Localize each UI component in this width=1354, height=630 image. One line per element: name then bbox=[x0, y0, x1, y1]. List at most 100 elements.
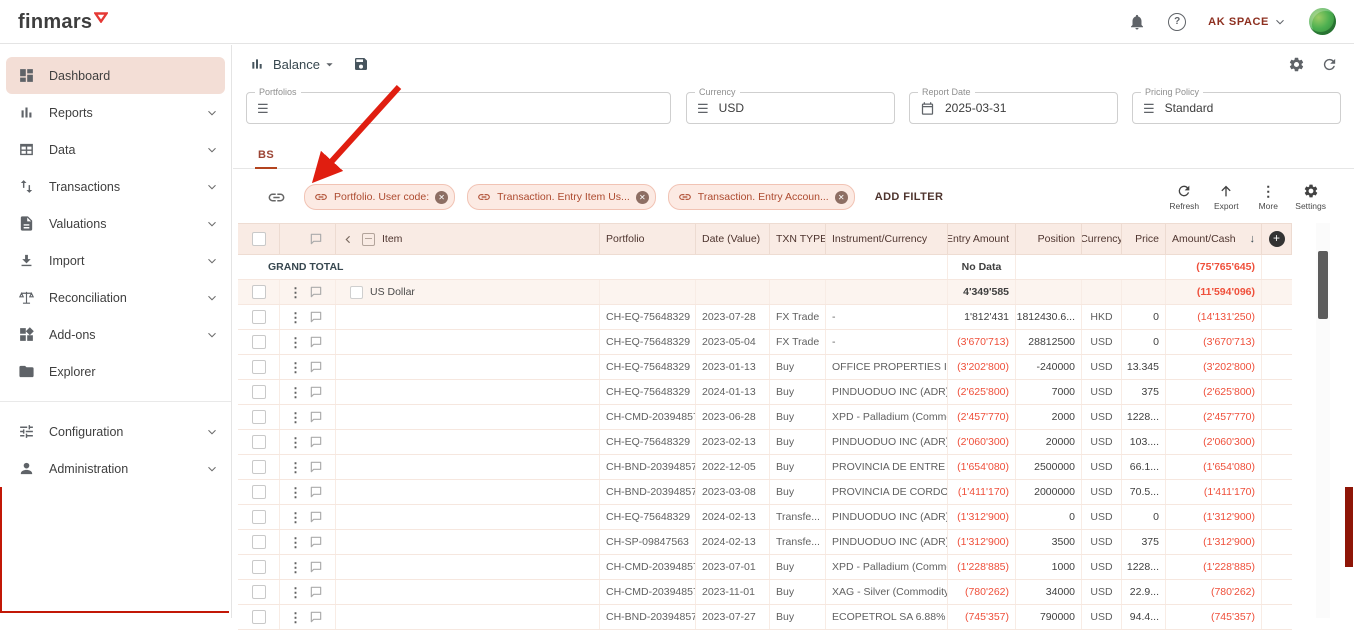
currency-field[interactable]: Currency ☰ USD bbox=[686, 92, 895, 124]
row-checkbox[interactable] bbox=[252, 410, 266, 424]
row-checkbox[interactable] bbox=[252, 385, 266, 399]
column-header-entry-amount[interactable]: Entry Amount bbox=[948, 224, 1016, 254]
portfolios-field[interactable]: Portfolios ☰ bbox=[246, 92, 671, 124]
column-header-position[interactable]: Position bbox=[1016, 224, 1082, 254]
table-row[interactable]: ⋮ CH-EQ-75648329 2023-05-04 FX Trade - (… bbox=[238, 330, 1292, 355]
row-checkbox[interactable] bbox=[252, 310, 266, 324]
comment-icon[interactable] bbox=[309, 385, 323, 399]
column-header-amount-cash[interactable]: Amount/Cash ↓ bbox=[1166, 224, 1262, 254]
table-row[interactable]: ⋮ CH-EQ-75648329 2024-01-13 Buy PINDUODU… bbox=[238, 380, 1292, 405]
table-row[interactable]: ⋮ CH-EQ-75648329 2024-02-13 Transfe... P… bbox=[238, 505, 1292, 530]
row-menu-icon[interactable]: ⋮ bbox=[289, 311, 302, 324]
comment-icon[interactable] bbox=[309, 510, 323, 524]
sidebar-item-data[interactable]: Data bbox=[0, 131, 231, 168]
column-header-instrument[interactable]: Instrument/Currency bbox=[826, 224, 948, 254]
select-all-checkbox[interactable] bbox=[252, 232, 266, 246]
comment-icon[interactable] bbox=[309, 360, 323, 374]
pricing-policy-field[interactable]: Pricing Policy ☰ Standard bbox=[1132, 92, 1341, 124]
table-row[interactable]: ⋮ CH-EQ-75648329 2023-01-13 Buy OFFICE P… bbox=[238, 355, 1292, 380]
table-row[interactable]: ⋮ CH-BND-20394857 2023-03-08 Buy PROVINC… bbox=[238, 480, 1292, 505]
filter-chip[interactable]: Portfolio. User code: ✕ bbox=[304, 184, 455, 210]
layout-settings-gear-icon[interactable] bbox=[1288, 56, 1305, 73]
row-checkbox[interactable] bbox=[252, 460, 266, 474]
tab-bs[interactable]: BS bbox=[255, 149, 277, 168]
row-checkbox[interactable] bbox=[252, 560, 266, 574]
row-checkbox[interactable] bbox=[252, 435, 266, 449]
row-menu-icon[interactable]: ⋮ bbox=[289, 586, 302, 599]
comment-icon[interactable] bbox=[309, 285, 323, 299]
refresh-button[interactable]: Refresh bbox=[1169, 183, 1199, 211]
table-row[interactable]: ⋮ CH-EQ-75648329 2023-02-13 Buy PINDUODU… bbox=[238, 430, 1292, 455]
column-header-txn-type[interactable]: TXN TYPE bbox=[770, 224, 826, 254]
row-menu-icon[interactable]: ⋮ bbox=[289, 511, 302, 524]
table-row[interactable]: ⋮ CH-SP-09847563 2024-02-13 Transfe... P… bbox=[238, 530, 1292, 555]
report-dropdown-icon[interactable] bbox=[322, 57, 337, 72]
table-row[interactable]: ⋮ CH-CMD-20394857 2023-06-28 Buy XPD - P… bbox=[238, 405, 1292, 430]
window-scrollbar-thumb[interactable] bbox=[1345, 487, 1353, 567]
row-checkbox[interactable] bbox=[252, 585, 266, 599]
group-row-us-dollar[interactable]: ⋮ US Dollar 4'349'585 (11'594'096) bbox=[238, 280, 1292, 305]
save-layout-icon[interactable] bbox=[353, 56, 369, 72]
add-column-button[interactable]: + bbox=[1269, 231, 1285, 247]
column-header-date[interactable]: Date (Value) bbox=[696, 224, 770, 254]
row-menu-icon[interactable]: ⋮ bbox=[289, 286, 302, 299]
table-scrollbar-track[interactable] bbox=[1316, 223, 1330, 618]
sidebar-item-transactions[interactable]: Transactions bbox=[0, 168, 231, 205]
table-row[interactable]: ⋮ CH-CMD-20394857 2023-11-01 Buy XAG - S… bbox=[238, 580, 1292, 605]
settings-button[interactable]: Settings bbox=[1295, 183, 1326, 211]
row-menu-icon[interactable]: ⋮ bbox=[289, 411, 302, 424]
collapse-all-icon[interactable] bbox=[362, 233, 375, 246]
row-checkbox[interactable] bbox=[252, 510, 266, 524]
sidebar-item-explorer[interactable]: Explorer bbox=[0, 353, 231, 390]
row-checkbox[interactable] bbox=[252, 360, 266, 374]
row-checkbox[interactable] bbox=[252, 610, 266, 624]
notifications-bell-icon[interactable] bbox=[1128, 13, 1146, 31]
sidebar-item-reports[interactable]: Reports bbox=[0, 94, 231, 131]
comment-icon[interactable] bbox=[309, 535, 323, 549]
user-avatar[interactable] bbox=[1309, 8, 1336, 35]
comment-icon[interactable] bbox=[309, 335, 323, 349]
row-menu-icon[interactable]: ⋮ bbox=[289, 336, 302, 349]
comment-icon[interactable] bbox=[309, 232, 323, 246]
row-menu-icon[interactable]: ⋮ bbox=[289, 486, 302, 499]
export-button[interactable]: Export bbox=[1211, 183, 1241, 211]
comment-icon[interactable] bbox=[309, 610, 323, 624]
comment-icon[interactable] bbox=[309, 410, 323, 424]
row-menu-icon[interactable]: ⋮ bbox=[289, 536, 302, 549]
row-checkbox[interactable] bbox=[252, 335, 266, 349]
sidebar-item-add-ons[interactable]: Add-ons bbox=[0, 316, 231, 353]
layout-refresh-icon[interactable] bbox=[1321, 56, 1338, 73]
collapse-column-icon[interactable] bbox=[342, 233, 355, 246]
link-icon[interactable] bbox=[267, 188, 286, 207]
sidebar-item-import[interactable]: Import bbox=[0, 242, 231, 279]
finmars-logo[interactable]: finmars bbox=[18, 11, 108, 33]
table-row[interactable]: ⋮ CH-CMD-20394857 2023-07-01 Buy XPD - P… bbox=[238, 555, 1292, 580]
remove-filter-icon[interactable]: ✕ bbox=[835, 191, 848, 204]
table-scrollbar-thumb[interactable] bbox=[1318, 251, 1328, 319]
column-header-price[interactable]: Price bbox=[1122, 224, 1166, 254]
table-row[interactable]: ⋮ CH-EQ-75648329 2023-07-28 FX Trade - 1… bbox=[238, 305, 1292, 330]
row-menu-icon[interactable]: ⋮ bbox=[289, 386, 302, 399]
row-menu-icon[interactable]: ⋮ bbox=[289, 461, 302, 474]
sidebar-item-administration[interactable]: Administration bbox=[0, 450, 231, 487]
column-header-portfolio[interactable]: Portfolio bbox=[600, 224, 696, 254]
comment-icon[interactable] bbox=[309, 560, 323, 574]
comment-icon[interactable] bbox=[309, 460, 323, 474]
table-row[interactable]: ⋮ CH-BND-20394857 2022-12-05 Buy PROVINC… bbox=[238, 455, 1292, 480]
row-checkbox[interactable] bbox=[252, 485, 266, 499]
row-menu-icon[interactable]: ⋮ bbox=[289, 561, 302, 574]
add-filter-button[interactable]: ADD FILTER bbox=[875, 191, 944, 203]
report-date-field[interactable]: Report Date 2025-03-31 bbox=[909, 92, 1118, 124]
comment-icon[interactable] bbox=[309, 485, 323, 499]
more-button[interactable]: ⋮ More bbox=[1253, 183, 1283, 211]
group-expand-icon[interactable] bbox=[350, 286, 363, 299]
remove-filter-icon[interactable]: ✕ bbox=[435, 191, 448, 204]
sidebar-item-valuations[interactable]: Valuations bbox=[0, 205, 231, 242]
help-icon[interactable]: ? bbox=[1168, 13, 1186, 31]
filter-chip[interactable]: Transaction. Entry Accoun... ✕ bbox=[668, 184, 855, 210]
comment-icon[interactable] bbox=[309, 435, 323, 449]
row-checkbox[interactable] bbox=[252, 535, 266, 549]
sidebar-item-configuration[interactable]: Configuration bbox=[0, 413, 231, 450]
row-menu-icon[interactable]: ⋮ bbox=[289, 361, 302, 374]
filter-chip[interactable]: Transaction. Entry Item Us... ✕ bbox=[467, 184, 656, 210]
